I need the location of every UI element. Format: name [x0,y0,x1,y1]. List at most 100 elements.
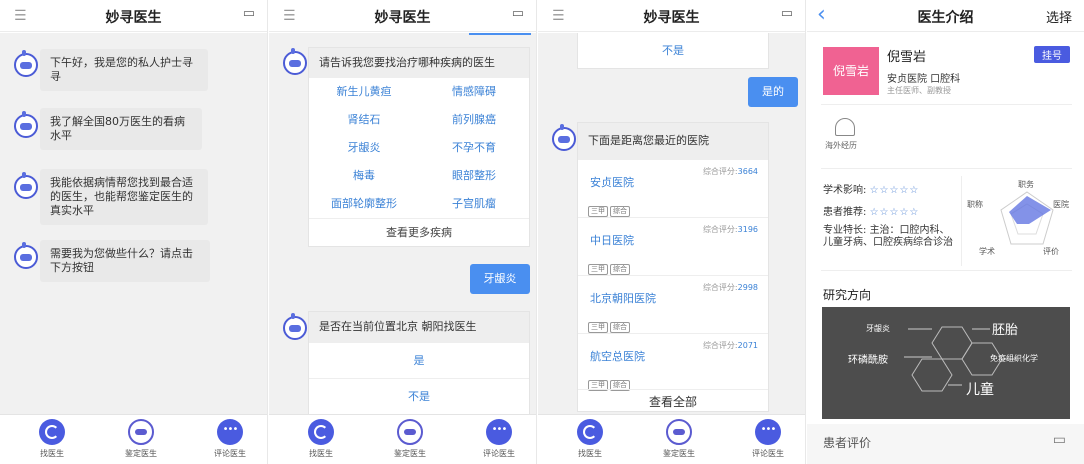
tab-find-doctor[interactable]: 找医生 [22,419,82,459]
globe-icon [835,118,855,136]
robot-icon [666,419,692,445]
card-prompt: 请告诉我您要找治疗哪种疾病的医生 [309,48,529,78]
bot-avatar [283,313,307,340]
tab-label: 找医生 [309,449,333,458]
yes-option[interactable]: 是 [309,342,529,378]
tab-review-doctor[interactable]: 评论医生 [469,419,529,459]
hospital-score: 综合评分:3196 [703,224,758,235]
tab-identify-doctor[interactable]: 鉴定医生 [380,419,440,459]
comment-icon[interactable]: ▭ [1053,432,1066,448]
disease-option[interactable]: 情感障碍 [419,78,529,106]
tab-review-doctor[interactable]: 评论医生 [738,419,798,459]
radar-chart: 职务 医院 职称 学术 评价 [967,179,1069,256]
hospital-item[interactable]: 北京朝阳医院 综合评分:2998 三甲 综合 [578,275,768,333]
doctor-name: 倪雪岩 [887,50,927,65]
disease-option[interactable]: 面部轮廓整形 [309,190,419,218]
bot-avatar [14,111,38,138]
hospital-name: 安贞医院 [590,176,634,189]
disease-option[interactable]: 牙龈炎 [309,134,419,162]
hospital-item[interactable]: 中日医院 综合评分:3196 三甲 综合 [578,217,768,275]
tab-bar: 找医生 鉴定医生 评论医生 [538,414,805,464]
tag: 三甲 [588,206,608,217]
research-term: 胚胎 [992,323,1019,338]
hospital-score: 综合评分:2071 [703,340,758,351]
specialty: 专业特长: 主治：口腔内科、儿童牙病、口腔疾病综合诊治 [823,225,959,249]
doctor-titles: 主任医师、副教授 [887,86,951,95]
disease-card: 请告诉我您要找治疗哪种疾病的医生 新生儿黄疸 情感障碍 肾结石 前列腺癌 牙龈炎… [308,47,530,247]
message-icon [486,419,512,445]
tab-review-doctor[interactable]: 评论医生 [200,419,260,459]
divider [821,168,1072,169]
no-option[interactable]: 不是 [309,378,529,414]
disease-option[interactable]: 眼部整形 [419,162,529,190]
overseas-label: 海外经历 [825,141,857,150]
star-icons: ☆☆☆☆☆ [869,207,920,218]
disease-option[interactable]: 前列腺癌 [419,106,529,134]
doctor-photo: 倪雪岩 [823,47,879,95]
divider [821,270,1072,271]
divider [961,176,962,266]
disease-option[interactable]: 新生儿黄疸 [309,78,419,106]
chat-area: 请告诉我您要找治疗哪种疾病的医生 新生儿黄疸 情感障碍 肾结石 前列腺癌 牙龈炎… [269,33,536,414]
message-icon [755,419,781,445]
hospital-name: 中日医院 [590,234,634,247]
chat-area: 下午好，我是您的私人护士寻寻 我了解全国80万医生的看病水平 我能依据病情帮您找… [0,33,267,414]
previous-bubble-edge [469,33,531,35]
rating-label: 学术影响: [823,185,867,196]
tab-label: 鉴定医生 [125,449,157,458]
tab-bar: 找医生 鉴定医生 评论医生 [0,414,267,464]
page-title: 医生介绍 [917,10,974,26]
no-option[interactable]: 不是 [577,33,769,69]
tab-identify-doctor[interactable]: 鉴定医生 [649,419,709,459]
research-term: 环磷酰胺 [848,355,888,366]
disease-option[interactable]: 子宫肌瘤 [419,190,529,218]
tab-label: 评论医生 [752,449,784,458]
hospital-tags: 三甲 综合 [588,198,632,217]
card-prompt: 下面是距离您最近的医院 [578,123,768,159]
tab-label: 找医生 [578,449,602,458]
page-title: 妙寻医生 [105,10,162,26]
score-label: 综合评分: [702,283,738,292]
score-label: 综合评分: [702,341,738,350]
hospital-dept: 安贞医院 口腔科 [887,74,961,85]
robot-icon [397,419,423,445]
bot-avatar [14,50,38,77]
select-button[interactable]: 选择 [1046,7,1072,26]
score-value: 2071 [737,341,758,350]
more-diseases-link[interactable]: 查看更多疾病 [309,218,529,246]
tag: 综合 [610,322,630,333]
chat-message: 下午好，我是您的私人护士寻寻 [40,49,208,91]
tab-find-doctor[interactable]: 找医生 [560,419,620,459]
research-wordcloud: 牙龈炎 胚胎 环磷酰胺 免疫组织化学 儿童 [822,307,1070,419]
chat-message: 我了解全国80万医生的看病水平 [40,108,202,150]
hospital-item[interactable]: 安贞医院 综合评分:3664 三甲 综合 [578,159,768,217]
find-doctor-icon [577,419,603,445]
disease-option[interactable]: 肾结石 [309,106,419,134]
hospital-item[interactable]: 航空总医院 综合评分:2071 三甲 综合 [578,333,768,391]
header: ‹ 医生介绍 选择 [807,0,1084,32]
user-message: 牙龈炎 [470,264,530,294]
research-term: 免疫组织化学 [990,354,1038,363]
chat-area: 不是 是的 下面是距离您最近的医院 安贞医院 综合评分:3664 三甲 综合 中日… [538,33,805,414]
hospital-score: 综合评分:2998 [703,282,758,293]
tab-find-doctor[interactable]: 找医生 [291,419,351,459]
radar-label: 职务 [1018,179,1034,189]
chat-icon[interactable]: ▭ [781,6,793,21]
disease-option[interactable]: 梅毒 [309,162,419,190]
view-all-link[interactable]: 查看全部 [578,389,768,413]
bot-avatar [552,124,576,151]
disease-grid: 新生儿黄疸 情感障碍 肾结石 前列腺癌 牙龈炎 不孕不育 梅毒 眼部整形 面部轮… [309,78,529,218]
bot-avatar [14,242,38,269]
tab-label: 评论医生 [483,449,515,458]
robot-icon [128,419,154,445]
score-value: 3664 [737,167,758,176]
score-value: 2998 [737,283,758,292]
disease-option[interactable]: 不孕不育 [419,134,529,162]
register-button[interactable]: 挂号 [1034,46,1070,63]
chat-icon[interactable]: ▭ [243,6,255,21]
chat-message: 我能依据病情帮您找到最合适的医生，也能帮您鉴定医生的真实水平 [40,169,208,225]
tab-label: 找医生 [40,449,64,458]
tab-identify-doctor[interactable]: 鉴定医生 [111,419,171,459]
divider [821,104,1072,105]
chat-icon[interactable]: ▭ [512,6,524,21]
